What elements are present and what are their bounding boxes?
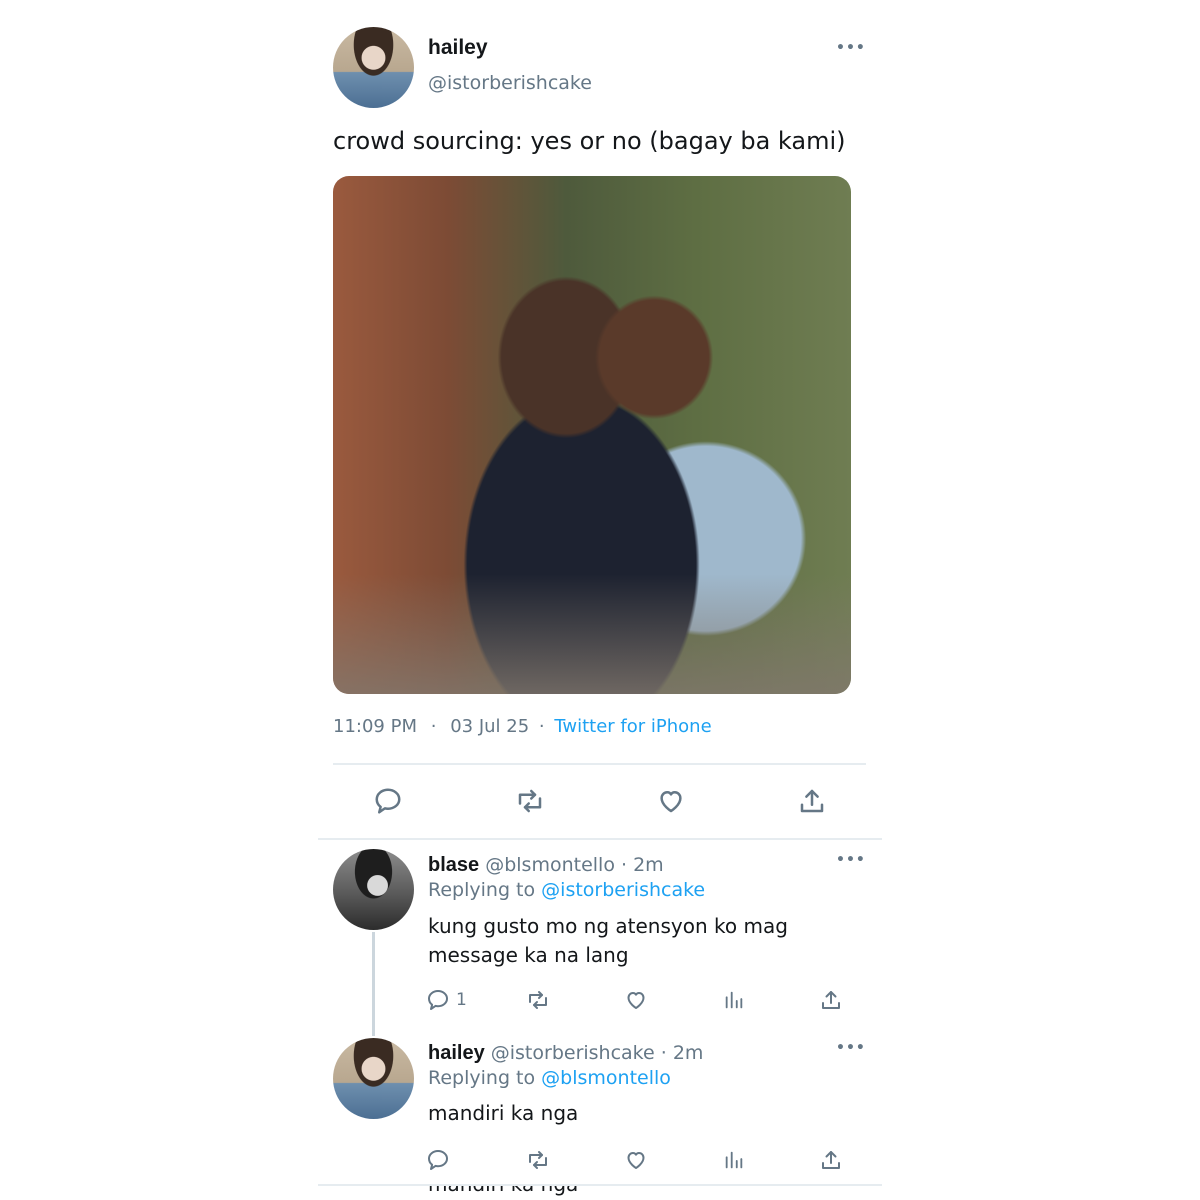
analytics-icon (725, 991, 743, 1009)
source-separator: · (538, 716, 545, 737)
cut-off-text: mandiri ka nga (428, 1186, 628, 1200)
share-icon (822, 1151, 840, 1169)
retweet-icon (529, 991, 547, 1009)
reply-text: kung gusto mo ng atensyon ko mag message… (428, 914, 788, 967)
reply-icon (428, 990, 448, 1010)
reply-avatar[interactable] (333, 1038, 414, 1119)
reply-author-name[interactable]: blase (428, 854, 479, 876)
reply-button[interactable]: 1 (426, 986, 476, 1014)
author-handle[interactable]: @istorberishcake (428, 72, 592, 94)
replying-to-line: Replying to @istorberishcake (428, 879, 705, 901)
reply-count: 1 (456, 990, 467, 1010)
thread-line (372, 932, 375, 1036)
replying-to-line: Replying to @blsmontello (428, 1067, 671, 1089)
analytics-icon (725, 1151, 743, 1169)
share-button[interactable] (817, 986, 845, 1014)
divider (318, 838, 882, 840)
tweet-source-link[interactable]: Twitter for iPhone (554, 716, 711, 737)
like-button[interactable] (651, 783, 691, 819)
like-button[interactable] (621, 986, 651, 1014)
reply-author-handle[interactable]: @blsmontello (485, 854, 615, 876)
share-button[interactable] (817, 1146, 845, 1174)
reply-header: blase @blsmontello · 2m (428, 854, 664, 877)
meta-separator: · (430, 716, 437, 737)
like-icon (660, 791, 682, 813)
tweet-time: 11:09 PM (333, 716, 417, 737)
replying-to-label: Replying to (428, 1067, 536, 1089)
reply-more-button[interactable]: ••• (836, 852, 866, 868)
share-button[interactable] (792, 783, 832, 819)
like-icon (627, 1152, 645, 1169)
reply-icon (375, 788, 401, 814)
reply-author-name[interactable]: hailey (428, 1042, 485, 1064)
reply-header: hailey @istorberishcake · 2m (428, 1042, 703, 1065)
reply-button[interactable] (368, 783, 408, 819)
reply-button[interactable] (426, 1146, 456, 1174)
replying-to-label: Replying to (428, 879, 536, 901)
reply-more-button[interactable]: ••• (836, 1040, 866, 1056)
retweet-icon (529, 1151, 547, 1169)
retweet-icon (518, 789, 542, 813)
share-icon (822, 991, 840, 1009)
reply-text: mandiri ka nga (428, 1101, 579, 1125)
tweet-date: 03 Jul 25 (450, 716, 530, 737)
author-name[interactable]: hailey (428, 36, 488, 60)
more-options-button[interactable]: ••• (836, 40, 866, 56)
tweet-text: crowd sourcing: yes or no (bagay ba kami… (333, 127, 846, 155)
author-avatar[interactable] (333, 27, 414, 108)
reply-author-handle[interactable]: @istorberishcake (491, 1042, 655, 1064)
analytics-button[interactable] (720, 986, 748, 1014)
replying-to-link[interactable]: @blsmontello (541, 1067, 671, 1089)
retweet-button[interactable] (522, 1146, 554, 1174)
reply-avatar[interactable] (333, 849, 414, 930)
divider (333, 763, 866, 765)
replying-to-link[interactable]: @istorberishcake (541, 879, 705, 901)
retweet-button[interactable] (522, 986, 554, 1014)
analytics-button[interactable] (720, 1146, 748, 1174)
reply-age: · 2m (660, 1042, 704, 1064)
like-button[interactable] (621, 1146, 651, 1174)
cut-off-text-content: mandiri ka nga (428, 1186, 628, 1196)
tweet-meta: 11:09 PM · 03 Jul 25 · Twitter for iPhon… (333, 716, 712, 737)
like-icon (627, 992, 645, 1009)
reply-icon (428, 1150, 448, 1170)
tweet-photo[interactable] (333, 176, 851, 694)
share-icon (800, 789, 824, 813)
retweet-button[interactable] (508, 783, 552, 819)
reply-age: · 2m (620, 854, 664, 876)
